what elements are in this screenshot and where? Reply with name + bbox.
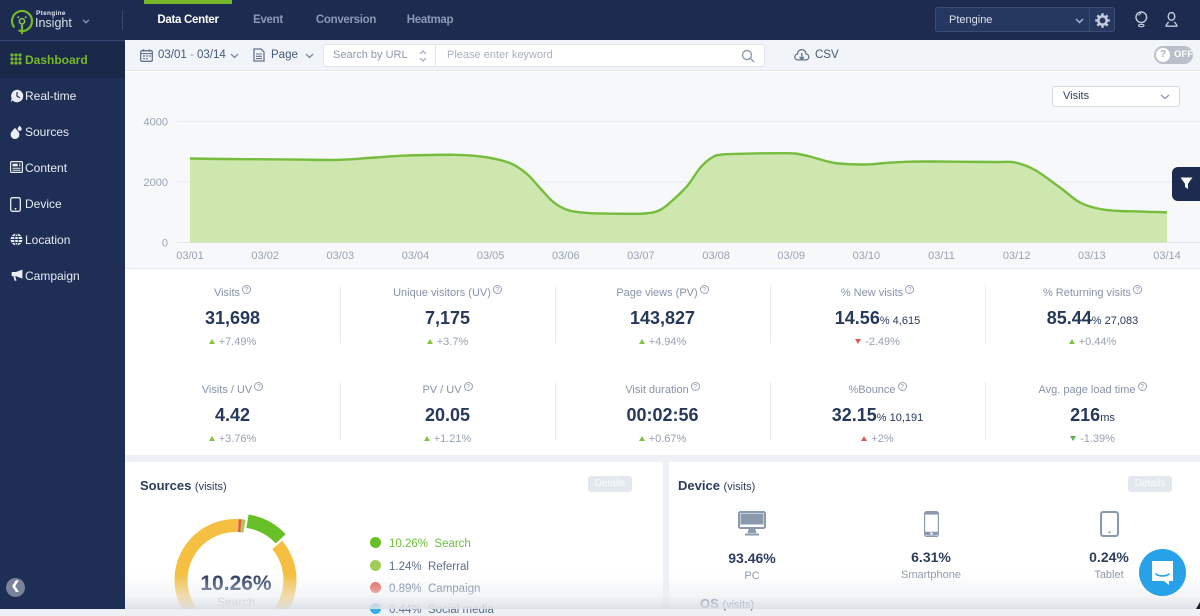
svg-text:03/12: 03/12 — [1003, 250, 1031, 262]
svg-text:03/02: 03/02 — [251, 250, 279, 262]
svg-text:03/04: 03/04 — [402, 250, 430, 262]
svg-text:2000: 2000 — [144, 177, 168, 189]
svg-text:4000: 4000 — [144, 117, 168, 129]
svg-text:03/06: 03/06 — [552, 250, 580, 262]
svg-text:03/14: 03/14 — [1153, 250, 1181, 262]
svg-text:03/10: 03/10 — [853, 250, 881, 262]
svg-text:03/08: 03/08 — [702, 250, 730, 262]
svg-text:03/07: 03/07 — [627, 250, 655, 262]
svg-text:03/03: 03/03 — [327, 250, 355, 262]
svg-text:03/05: 03/05 — [477, 250, 505, 262]
svg-text:03/13: 03/13 — [1078, 250, 1106, 262]
svg-text:03/09: 03/09 — [777, 250, 805, 262]
svg-text:03/01: 03/01 — [176, 250, 204, 262]
svg-text:0: 0 — [162, 238, 168, 250]
svg-text:03/11: 03/11 — [928, 250, 955, 262]
